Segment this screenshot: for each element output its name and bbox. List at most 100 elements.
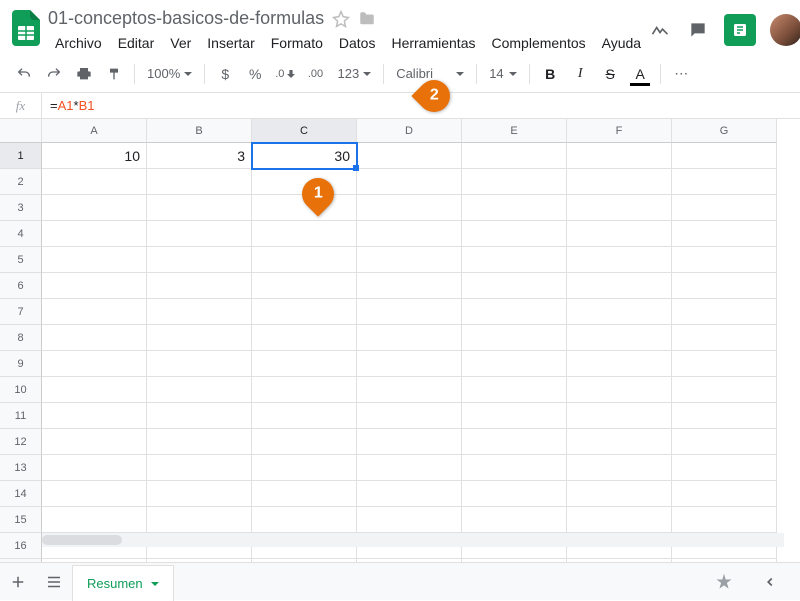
cell-A8[interactable] — [42, 325, 147, 351]
sheet-tab-resumen[interactable]: Resumen — [72, 565, 174, 601]
strikethrough-button[interactable]: S — [596, 60, 624, 88]
cell-B1[interactable]: 3 — [147, 143, 252, 169]
cell-E2[interactable] — [462, 169, 567, 195]
cell-E8[interactable] — [462, 325, 567, 351]
row-header-16[interactable]: 16 — [0, 533, 42, 559]
menu-herramientas[interactable]: Herramientas — [384, 31, 482, 55]
cell-E7[interactable] — [462, 299, 567, 325]
activity-icon[interactable] — [648, 18, 672, 42]
cell-D6[interactable] — [357, 273, 462, 299]
cell-A3[interactable] — [42, 195, 147, 221]
cell-G6[interactable] — [672, 273, 777, 299]
cell-D3[interactable] — [357, 195, 462, 221]
cell-C9[interactable] — [252, 351, 357, 377]
row-header-1[interactable]: 1 — [0, 143, 42, 169]
cell-G10[interactable] — [672, 377, 777, 403]
cell-D8[interactable] — [357, 325, 462, 351]
font-size-dropdown[interactable]: 14 — [483, 60, 523, 88]
cell-F1[interactable] — [567, 143, 672, 169]
italic-button[interactable]: I — [566, 60, 594, 88]
more-formats-dropdown[interactable]: 123 — [331, 60, 377, 88]
cell-B8[interactable] — [147, 325, 252, 351]
cell-D2[interactable] — [357, 169, 462, 195]
cell-E1[interactable] — [462, 143, 567, 169]
cell-F13[interactable] — [567, 455, 672, 481]
menu-archivo[interactable]: Archivo — [48, 31, 109, 55]
cell-A10[interactable] — [42, 377, 147, 403]
cell-B6[interactable] — [147, 273, 252, 299]
row-header-12[interactable]: 12 — [0, 429, 42, 455]
cell-C7[interactable] — [252, 299, 357, 325]
more-toolbar-button[interactable]: ⋯ — [667, 60, 695, 88]
cell-B2[interactable] — [147, 169, 252, 195]
column-header-B[interactable]: B — [147, 119, 252, 143]
row-header-15[interactable]: 15 — [0, 507, 42, 533]
column-header-D[interactable]: D — [357, 119, 462, 143]
cell-E9[interactable] — [462, 351, 567, 377]
select-all-corner[interactable] — [0, 119, 42, 143]
cell-C13[interactable] — [252, 455, 357, 481]
cell-E11[interactable] — [462, 403, 567, 429]
row-header-3[interactable]: 3 — [0, 195, 42, 221]
row-header-8[interactable]: 8 — [0, 325, 42, 351]
row-header-5[interactable]: 5 — [0, 247, 42, 273]
cell-E5[interactable] — [462, 247, 567, 273]
zoom-dropdown[interactable]: 100% — [141, 60, 198, 88]
cell-B4[interactable] — [147, 221, 252, 247]
cell-A4[interactable] — [42, 221, 147, 247]
column-header-F[interactable]: F — [567, 119, 672, 143]
cell-C8[interactable] — [252, 325, 357, 351]
cell-G2[interactable] — [672, 169, 777, 195]
horizontal-scrollbar[interactable] — [42, 533, 784, 547]
cell-C12[interactable] — [252, 429, 357, 455]
cell-F5[interactable] — [567, 247, 672, 273]
cell-G12[interactable] — [672, 429, 777, 455]
cell-D13[interactable] — [357, 455, 462, 481]
cell-E12[interactable] — [462, 429, 567, 455]
cell-E14[interactable] — [462, 481, 567, 507]
explore-button[interactable] — [706, 564, 742, 600]
folder-icon[interactable] — [358, 10, 376, 28]
star-icon[interactable] — [332, 10, 350, 28]
decrease-decimal-button[interactable]: .0 — [271, 60, 299, 88]
cell-F9[interactable] — [567, 351, 672, 377]
cell-G7[interactable] — [672, 299, 777, 325]
cell-E3[interactable] — [462, 195, 567, 221]
menu-formato[interactable]: Formato — [264, 31, 330, 55]
cell-A2[interactable] — [42, 169, 147, 195]
cell-A7[interactable] — [42, 299, 147, 325]
cell-B9[interactable] — [147, 351, 252, 377]
cell-E6[interactable] — [462, 273, 567, 299]
cell-B10[interactable] — [147, 377, 252, 403]
cell-C1[interactable]: 30 — [252, 143, 357, 169]
cell-F8[interactable] — [567, 325, 672, 351]
cell-C15[interactable] — [252, 507, 357, 533]
cell-F4[interactable] — [567, 221, 672, 247]
percent-button[interactable]: % — [241, 60, 269, 88]
cell-B5[interactable] — [147, 247, 252, 273]
cell-D14[interactable] — [357, 481, 462, 507]
cell-A6[interactable] — [42, 273, 147, 299]
column-header-A[interactable]: A — [42, 119, 147, 143]
cell-C10[interactable] — [252, 377, 357, 403]
cell-F14[interactable] — [567, 481, 672, 507]
cell-D9[interactable] — [357, 351, 462, 377]
cell-A9[interactable] — [42, 351, 147, 377]
row-header-11[interactable]: 11 — [0, 403, 42, 429]
cell-G14[interactable] — [672, 481, 777, 507]
cell-B13[interactable] — [147, 455, 252, 481]
cell-A12[interactable] — [42, 429, 147, 455]
menu-insertar[interactable]: Insertar — [200, 31, 261, 55]
cell-D15[interactable] — [357, 507, 462, 533]
all-sheets-button[interactable] — [36, 564, 72, 600]
cell-C14[interactable] — [252, 481, 357, 507]
cell-A13[interactable] — [42, 455, 147, 481]
cell-A5[interactable] — [42, 247, 147, 273]
increase-decimal-button[interactable]: .00 — [301, 60, 329, 88]
cell-E13[interactable] — [462, 455, 567, 481]
text-color-button[interactable]: A — [626, 60, 654, 88]
cell-A11[interactable] — [42, 403, 147, 429]
cell-E10[interactable] — [462, 377, 567, 403]
cell-F7[interactable] — [567, 299, 672, 325]
cell-F11[interactable] — [567, 403, 672, 429]
